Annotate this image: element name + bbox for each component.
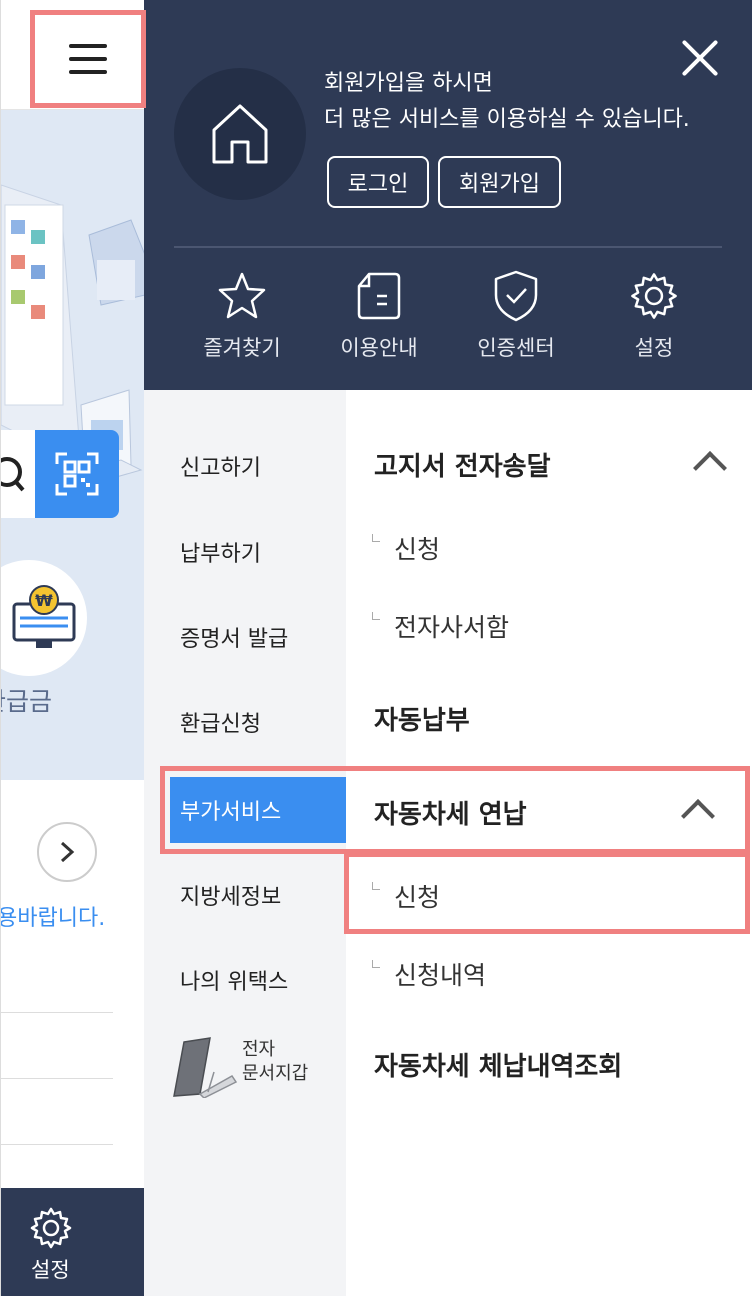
quick-menu-certification[interactable]: 인증센터 [456, 266, 576, 362]
qr-code-icon [55, 452, 99, 496]
svg-text:₩: ₩ [35, 591, 53, 610]
qr-scan-button[interactable] [35, 430, 119, 518]
list-divider [1, 1012, 113, 1013]
next-button[interactable] [37, 822, 97, 882]
quick-menu-guide[interactable]: 이용안내 [319, 266, 439, 362]
submenu-section-auto-payment[interactable]: 자동납부 [374, 700, 744, 737]
refund-shortcut[interactable]: ₩ [1, 560, 87, 676]
star-icon [218, 272, 266, 319]
home-icon [212, 104, 268, 164]
quick-menu-label: 설정 [634, 336, 674, 360]
welcome-line-2: 더 많은 서비스를 이용하실 수 있습니다. [324, 107, 690, 132]
nav-submenu-panel [346, 390, 752, 1296]
gear-icon [631, 273, 677, 319]
nav-item-payment[interactable]: 납부하기 [144, 519, 346, 585]
tree-branch-icon [372, 960, 380, 968]
quick-menu-settings[interactable]: 설정 [594, 266, 714, 362]
welcome-message: 회원가입을 하시면 더 많은 서비스를 이용하실 수 있습니다. [324, 66, 690, 138]
home-button[interactable] [174, 68, 306, 200]
nav-item-my-wetax[interactable]: 나의 위택스 [144, 947, 346, 1013]
side-drawer: 회원가입을 하시면 더 많은 서비스를 이용하실 수 있습니다. 로그인 회원가… [144, 0, 752, 1296]
submenu-section-title: 자동납부 [374, 706, 470, 736]
login-button[interactable]: 로그인 [327, 156, 429, 208]
drawer-header: 회원가입을 하시면 더 많은 서비스를 이용하실 수 있습니다. 로그인 회원가… [144, 0, 752, 390]
nav-item-certificate[interactable]: 증명서 발급 [144, 604, 346, 670]
quick-menu-label: 이용안내 [340, 336, 418, 360]
submenu-section-title: 고지서 전자송달 [374, 452, 551, 482]
notice-section: 용바랍니다. [1, 780, 144, 1190]
submenu-section-e-bill[interactable]: 고지서 전자송달 [374, 446, 744, 485]
nav-item-additional-services[interactable]: 부가서비스 [170, 777, 354, 843]
hamburger-icon [69, 44, 107, 74]
notice-text[interactable]: 용바랍니다. [1, 900, 105, 932]
document-icon [357, 272, 401, 320]
welcome-line-1: 회원가입을 하시면 [324, 71, 493, 96]
chevron-up-icon[interactable] [693, 451, 727, 485]
e-document-wallet-link[interactable]: 전자 문서지갑 [170, 1036, 330, 1100]
submenu-item-apply[interactable]: 신청 [372, 530, 440, 566]
refund-monitor-icon: ₩ [12, 585, 76, 648]
hamburger-menu-button[interactable] [30, 10, 146, 108]
refund-label[interactable]: 환급금 [1, 682, 52, 718]
tree-branch-icon [372, 612, 380, 620]
submenu-section-title: 자동차세 연납 [374, 800, 527, 830]
signup-button[interactable]: 회원가입 [438, 156, 561, 208]
wallet-phone-icon [173, 1037, 238, 1099]
list-divider [1, 1078, 113, 1079]
quick-menu-label: 즐겨찾기 [203, 336, 281, 360]
nav-item-refund[interactable]: 환급신청 [144, 689, 346, 755]
hero-banner: ₩ 환급금 [1, 110, 144, 780]
quick-menu-favorites[interactable]: 즐겨찾기 [182, 266, 302, 362]
submenu-section-car-tax-annual[interactable]: 자동차세 연납 [374, 794, 744, 833]
list-divider [1, 1144, 113, 1145]
chevron-up-icon[interactable] [681, 799, 715, 833]
quick-menu-label: 인증센터 [477, 336, 555, 360]
tree-branch-icon [372, 534, 380, 542]
search-field-edge[interactable] [1, 430, 37, 518]
bottom-nav: 설정 [1, 1188, 144, 1296]
header-divider [174, 246, 722, 248]
submenu-section-car-tax-arrears[interactable]: 자동차세 체납내역조회 [374, 1046, 744, 1083]
shield-icon [494, 270, 538, 322]
background-page: ₩ 환급금 용바랍니다. 설정 [0, 0, 144, 1296]
submenu-section-title: 자동차세 체납내역조회 [374, 1052, 623, 1082]
tree-branch-icon [372, 882, 380, 890]
nav-item-local-tax-info[interactable]: 지방세정보 [144, 862, 346, 928]
nav-category-list: 신고하기 납부하기 증명서 발급 환급신청 부가서비스 지방세정보 나의 위택스… [144, 390, 354, 1296]
submenu-item-application-history[interactable]: 신청내역 [372, 956, 486, 992]
bottom-nav-settings-label[interactable]: 설정 [31, 1254, 70, 1284]
submenu-item-e-mailbox[interactable]: 전자사서함 [372, 608, 509, 644]
wallet-text-line-1: 전자 [242, 1039, 276, 1060]
submenu-item-apply[interactable]: 신청 [372, 878, 440, 914]
search-box[interactable] [1, 430, 119, 518]
wallet-text-line-2: 문서지갑 [242, 1063, 309, 1084]
gear-icon [30, 1207, 72, 1249]
chevron-right-icon [60, 841, 75, 863]
nav-item-report[interactable]: 신고하기 [144, 433, 346, 499]
search-icon [1, 457, 25, 492]
